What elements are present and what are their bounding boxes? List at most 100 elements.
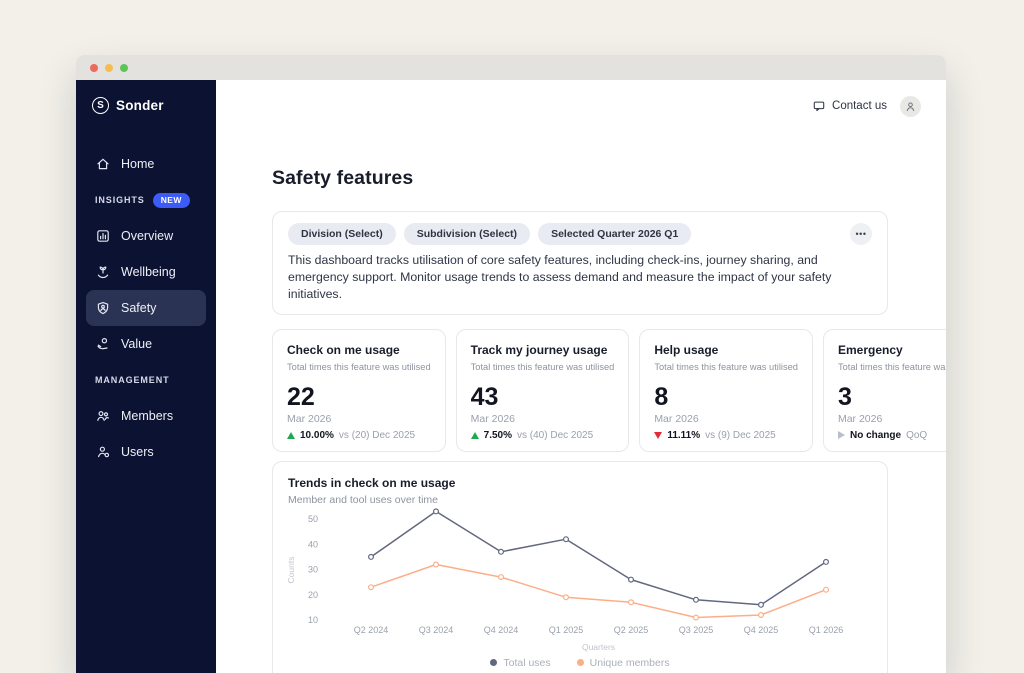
- brand-name: Sonder: [116, 97, 164, 113]
- stat-card: Track my journey usage Total times this …: [455, 328, 630, 452]
- more-options-button[interactable]: •••: [850, 223, 872, 245]
- stat-card-period: Mar 2026: [837, 412, 883, 425]
- stat-card-trend: 7.50% vs (40) Dec 2025: [470, 429, 615, 441]
- sidebar-item-label: Members: [121, 409, 174, 423]
- app-window: S Sonder Home INSIGHTS NEW Overview Well…: [76, 55, 946, 673]
- stat-cards-row: Check on me usage Total times this featu…: [272, 328, 946, 452]
- legend-item: Total uses: [490, 657, 551, 669]
- stat-card-period: Mar 2026: [654, 412, 699, 425]
- chart-subtitle: Member and tool uses over time: [288, 493, 438, 506]
- sidebar-item-label: Overview: [121, 229, 174, 243]
- value-hand-icon: [95, 336, 111, 352]
- legend-dot-icon: [576, 659, 584, 667]
- safety-shield-icon: [95, 300, 111, 316]
- trend-comparison: vs (40) Dec 2025: [517, 429, 594, 441]
- sidebar-item-label: Wellbeing: [121, 265, 176, 279]
- stat-card: Help usage Total times this feature was …: [639, 328, 813, 452]
- stat-card-subtitle: Total times this feature was utilised: [287, 361, 431, 372]
- stat-card-period: Mar 2026: [287, 412, 332, 425]
- sidebar-item-value[interactable]: Value: [86, 326, 206, 362]
- sidebar-item-label: Safety: [121, 301, 157, 315]
- stat-card-period: Mar 2026: [470, 412, 516, 425]
- legend-dot-icon: [490, 659, 498, 667]
- stat-card: Check on me usage Total times this featu…: [272, 328, 446, 452]
- sidebar-item-home[interactable]: Home: [86, 146, 206, 182]
- filter-chips-row: Division (Select) Subdivision (Select) Sel…: [288, 223, 872, 245]
- trend-line-chart: 10 20 30 40 50 Q2 2024 Q3 2024 Q4 2024 Q1 2025 Q2…: [286, 508, 843, 652]
- filter-chip[interactable]: Subdivision (Select): [403, 223, 531, 245]
- legend-item: Unique members: [576, 656, 670, 669]
- svg-text:50: 50: [308, 514, 318, 524]
- filter-chip[interactable]: Division (Select): [288, 223, 396, 245]
- app-body: S Sonder Home INSIGHTS NEW Overview Well…: [76, 80, 946, 673]
- svg-text:Q2 2024: Q2 2024: [354, 625, 389, 635]
- close-window-button[interactable]: [90, 63, 98, 72]
- brand: S Sonder: [86, 94, 206, 116]
- stat-card-value: 3: [837, 382, 852, 411]
- minimize-window-button[interactable]: [105, 63, 113, 72]
- page-content: Safety features Division (Select) Subdivi…: [216, 122, 946, 673]
- stat-card-subtitle: Total times this feature was utilised: [470, 361, 615, 372]
- contact-us-button[interactable]: Contact us: [812, 99, 887, 113]
- legend-label: Unique members: [589, 656, 670, 669]
- wellbeing-plant-icon: [95, 264, 111, 280]
- svg-text:20: 20: [308, 589, 318, 599]
- trend-direction-icon: [287, 431, 295, 439]
- svg-text:10: 10: [308, 615, 318, 625]
- trend-direction-icon: [837, 431, 845, 440]
- stat-card-value: 8: [654, 382, 669, 411]
- user-avatar[interactable]: [900, 95, 921, 117]
- filter-chip[interactable]: Selected Quarter 2026 Q1: [538, 223, 692, 245]
- person-icon: [906, 101, 915, 111]
- sidebar-item-label: Home: [121, 157, 155, 171]
- topbar: Contact us: [216, 80, 946, 122]
- chart-title: Trends in check on me usage: [288, 475, 456, 490]
- svg-text:Q2 2025: Q2 2025: [614, 625, 649, 635]
- home-icon: [95, 156, 111, 172]
- sidebar-item-users[interactable]: Users: [86, 434, 206, 470]
- maximize-window-button[interactable]: [120, 63, 128, 72]
- page-title: Safety features: [272, 167, 414, 189]
- trend-value: 11.11%: [667, 429, 701, 441]
- desktop-background: S Sonder Home INSIGHTS NEW Overview Well…: [0, 0, 1024, 673]
- stat-card-value: 22: [287, 382, 315, 411]
- trend-value: 7.50%: [483, 429, 513, 441]
- trend-direction-icon: [470, 431, 479, 439]
- stat-card-title: Emergency: [837, 342, 903, 357]
- trend-value: 10.00%: [300, 429, 334, 441]
- svg-text:40: 40: [308, 539, 318, 549]
- sidebar-nav: Home INSIGHTS NEW Overview Wellbeing Saf…: [86, 146, 206, 470]
- sidebar-section-insights: INSIGHTS NEW: [86, 182, 206, 218]
- sidebar-item-safety[interactable]: Safety: [86, 290, 206, 326]
- trend-chart-card: Trends in check on me usage Member and t…: [272, 460, 888, 673]
- members-people-icon: [95, 408, 111, 424]
- sidebar-item-members[interactable]: Members: [86, 398, 206, 434]
- svg-text:30: 30: [308, 564, 318, 574]
- chat-icon: [813, 101, 825, 112]
- svg-text:Q1 2025: Q1 2025: [549, 625, 584, 635]
- chart-legend: Total uses Unique members: [288, 657, 872, 669]
- sidebar-item-label: Value: [121, 337, 153, 351]
- stat-card-title: Help usage: [654, 342, 719, 357]
- trend-value: No change: [849, 429, 902, 441]
- stat-card-subtitle: Total times this feature was utilised: [837, 361, 946, 372]
- trend-comparison: vs (20) Dec 2025: [338, 429, 416, 441]
- stat-card-title: Check on me usage: [287, 342, 400, 357]
- svg-text:Counts: Counts: [286, 556, 296, 583]
- section-label: MANAGEMENT: [95, 375, 170, 385]
- stat-card-title: Track my journey usage: [470, 342, 608, 357]
- section-label: INSIGHTS: [95, 195, 145, 205]
- svg-text:Quarters: Quarters: [582, 642, 615, 652]
- stat-card-trend: 11.11% vs (9) Dec 2025: [654, 430, 798, 441]
- svg-text:Q4 2025: Q4 2025: [744, 625, 779, 635]
- stat-card-subtitle: Total times this feature was utilised: [654, 361, 798, 372]
- sonder-logo-icon: S: [92, 96, 109, 114]
- sidebar: S Sonder Home INSIGHTS NEW Overview Well…: [76, 80, 216, 673]
- stat-card-trend: 10.00% vs (20) Dec 2025: [287, 430, 431, 441]
- sidebar-item-overview[interactable]: Overview: [86, 218, 206, 254]
- overview-chart-icon: [95, 228, 111, 244]
- trend-comparison: vs (9) Dec 2025: [705, 429, 776, 441]
- new-badge: NEW: [152, 192, 190, 208]
- stat-card-value: 43: [470, 382, 499, 411]
- sidebar-item-wellbeing[interactable]: Wellbeing: [86, 254, 206, 290]
